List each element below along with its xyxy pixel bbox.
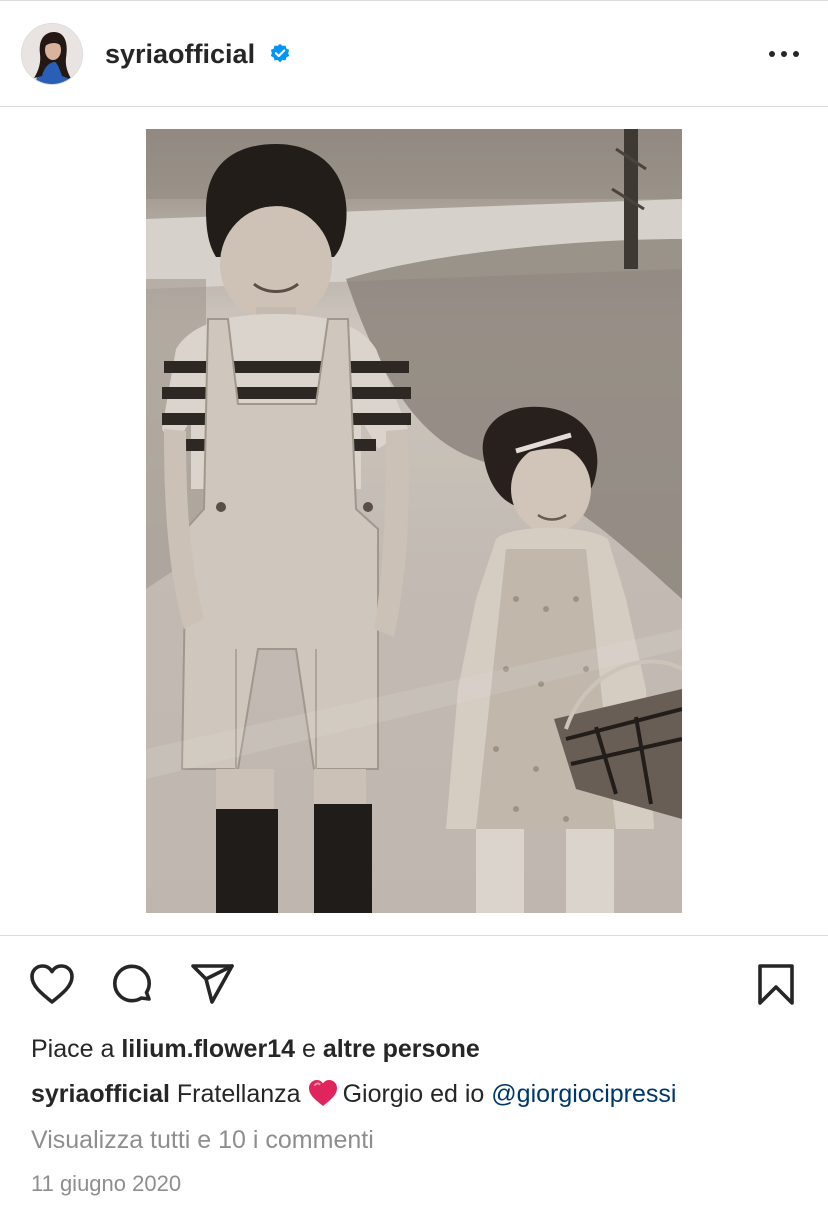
post-header: syriaofficial — [0, 1, 828, 107]
likes-others-link[interactable]: altre persone — [323, 1035, 480, 1063]
save-button[interactable] — [753, 962, 799, 1008]
likes-joiner: e — [301, 1035, 316, 1063]
post-photo — [146, 129, 682, 913]
avatar-image — [22, 24, 82, 84]
comment-bubble-icon — [113, 964, 151, 1003]
likes-summary: Piace a lilium.flower14 e altre persone — [31, 1033, 480, 1065]
caption-text: Fratellanza — [176, 1080, 301, 1108]
likes-prefix: Piace a — [31, 1035, 115, 1063]
verified-badge-icon — [270, 43, 290, 63]
bookmark-outline-icon — [758, 964, 794, 1005]
more-horizontal-icon — [769, 51, 775, 57]
caption-text-after: Giorgio ed io — [342, 1080, 485, 1108]
red-heart-emoji-icon — [308, 1080, 337, 1106]
caption: syriaofficial Fratellanza Giorgio ed io … — [31, 1078, 676, 1110]
more-options-button[interactable] — [764, 41, 804, 67]
paper-plane-icon — [191, 964, 234, 1004]
view-all-comments-link[interactable]: Visualizza tutti e 10 i commenti — [31, 1124, 374, 1156]
share-button[interactable] — [189, 962, 235, 1008]
post-date: 11 giugno 2020 — [31, 1171, 182, 1196]
comment-button[interactable] — [109, 962, 155, 1008]
avatar[interactable] — [21, 23, 83, 85]
post-media[interactable] — [0, 108, 828, 936]
vintage-photo-illustration — [146, 129, 682, 913]
heart-outline-icon — [30, 964, 74, 1004]
more-horizontal-icon — [781, 51, 787, 57]
caption-username[interactable]: syriaofficial — [31, 1080, 170, 1108]
more-horizontal-icon — [793, 51, 799, 57]
post-username[interactable]: syriaofficial — [105, 37, 255, 71]
liked-by-username[interactable]: lilium.flower14 — [121, 1035, 295, 1063]
like-button[interactable] — [29, 962, 75, 1008]
caption-mention-link[interactable]: @giorgiocipressi — [491, 1080, 676, 1108]
media-divider — [0, 935, 828, 936]
